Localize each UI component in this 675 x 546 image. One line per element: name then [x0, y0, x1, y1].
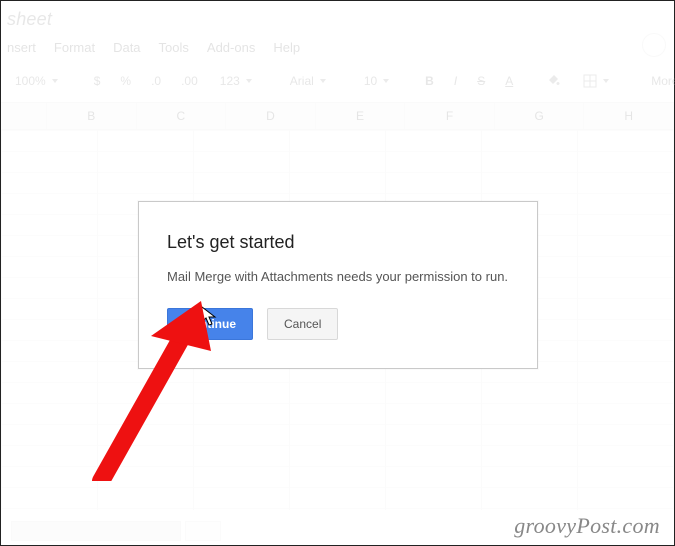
dialog-title: Let's get started — [167, 232, 509, 253]
continue-button[interactable]: Continue — [167, 308, 253, 340]
cancel-button[interactable]: Cancel — [267, 308, 338, 340]
permission-dialog: Let's get started Mail Merge with Attach… — [138, 201, 538, 369]
dialog-body: Mail Merge with Attachments needs your p… — [167, 269, 509, 284]
dialog-buttons: Continue Cancel — [167, 308, 509, 340]
watermark: groovyPost.com — [514, 513, 660, 539]
